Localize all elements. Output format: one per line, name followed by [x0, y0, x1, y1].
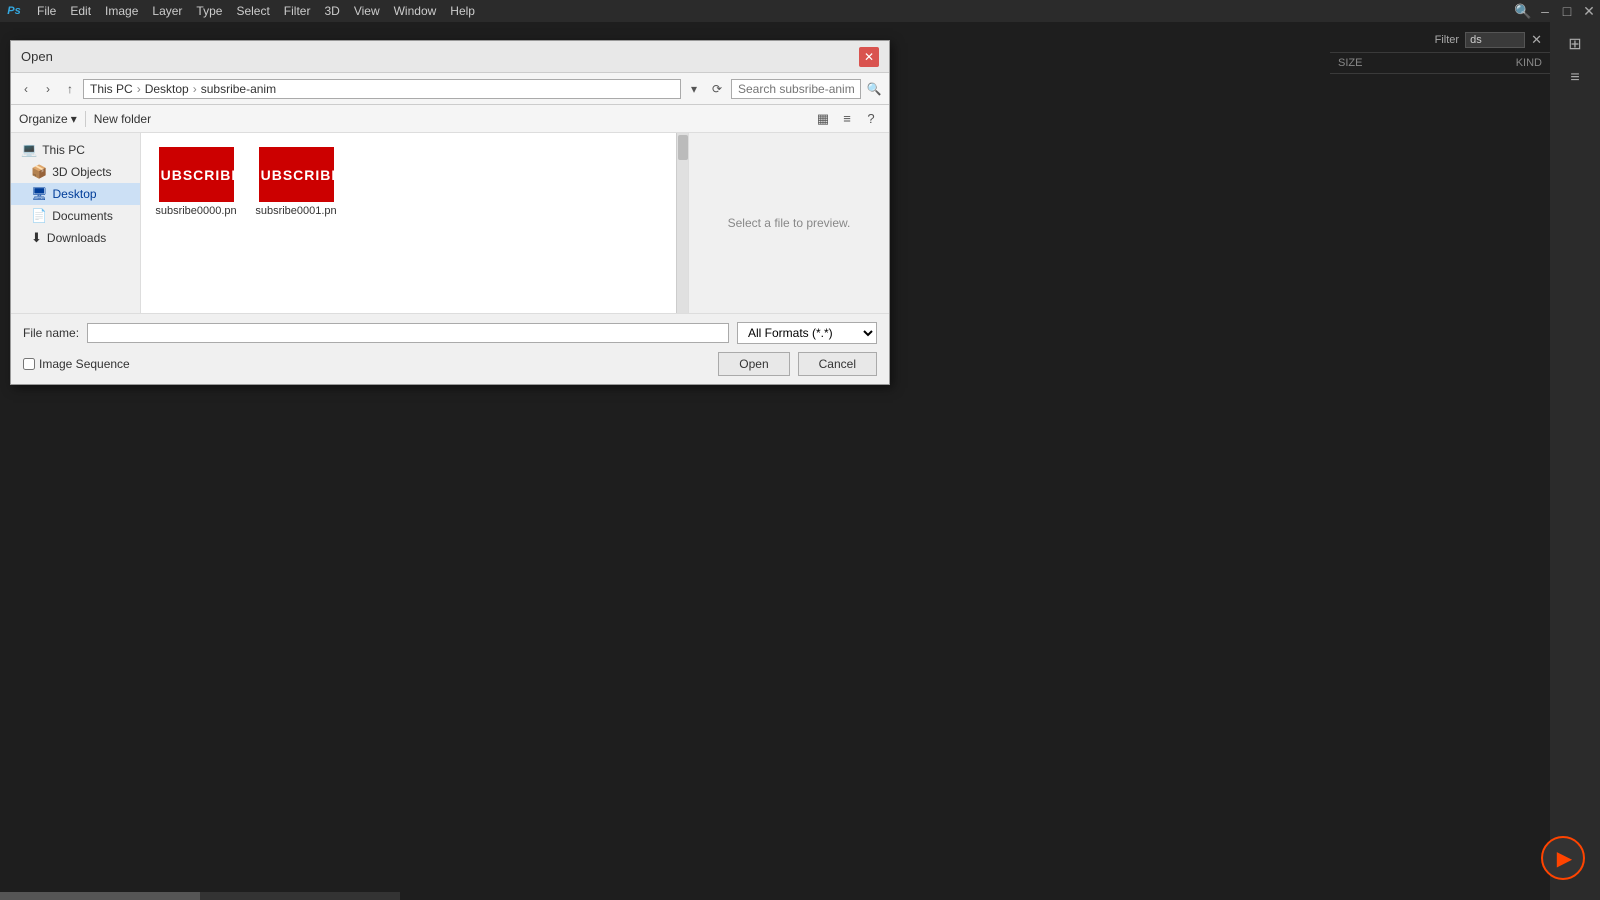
path-part-desktop: Desktop: [145, 82, 189, 96]
menu-layer[interactable]: Layer: [145, 2, 189, 20]
file-name-0: subsribe0000.pn: [155, 205, 236, 217]
up-button[interactable]: ↑: [61, 80, 79, 98]
filename-input[interactable]: [87, 323, 729, 343]
menu-3d[interactable]: 3D: [317, 2, 346, 20]
play-button[interactable]: ▶: [1541, 836, 1585, 880]
minimize-button[interactable]: –: [1534, 0, 1556, 22]
play-icon: ▶: [1557, 846, 1572, 871]
search-icon[interactable]: 🔍: [865, 80, 883, 98]
file-name-1: subsribe0001.pn: [255, 205, 336, 217]
path-part-folder: subsribe-anim: [201, 82, 276, 96]
list-view-button[interactable]: ≡: [837, 109, 857, 129]
forward-button[interactable]: ›: [39, 80, 57, 98]
nav-3d-objects[interactable]: 📦 3D Objects: [11, 161, 140, 183]
back-button[interactable]: ‹: [17, 80, 35, 98]
nav-this-pc[interactable]: 💻 This PC: [11, 139, 140, 161]
help-button[interactable]: ?: [861, 109, 881, 129]
file-area[interactable]: SUBSCRIBE subsribe0000.pn SUBSCRIBE subs…: [141, 133, 689, 313]
open-button[interactable]: Open: [718, 352, 789, 376]
toolbar-right: ▦ ≡ ?: [813, 109, 881, 129]
scrollbar-thumb: [0, 892, 200, 900]
menu-help[interactable]: Help: [443, 2, 482, 20]
desktop-icon: 🖥: [31, 186, 48, 202]
nav-this-pc-label: This PC: [42, 143, 85, 157]
nav-documents-label: Documents: [52, 209, 113, 223]
file-area-scrollbar[interactable]: [676, 133, 688, 313]
downloads-icon: ⬇: [31, 230, 42, 246]
organize-label: Organize: [19, 112, 68, 126]
file-item-0[interactable]: SUBSCRIBE subsribe0000.pn: [151, 143, 241, 221]
column-headers: SIZE KIND: [1330, 53, 1550, 74]
search-icon[interactable]: 🔍: [1512, 0, 1534, 22]
kind-col-header: KIND: [1516, 57, 1542, 69]
menu-select[interactable]: Select: [229, 2, 276, 20]
dialog-title-bar: Open ✕: [11, 41, 889, 73]
buttons-row: Image Sequence Open Cancel: [23, 352, 877, 376]
thumbnail-view-button[interactable]: ▦: [813, 109, 833, 129]
right-filter-area: Filter ✕ SIZE KIND: [1330, 28, 1550, 74]
window-controls: 🔍 – □ ✕: [1512, 0, 1600, 22]
nav-documents[interactable]: 📄 Documents: [11, 205, 140, 227]
maximize-button[interactable]: □: [1556, 0, 1578, 22]
nav-downloads[interactable]: ⬇ Downloads: [11, 227, 140, 249]
preview-text: Select a file to preview.: [728, 216, 851, 230]
filter-label: Filter: [1435, 34, 1459, 46]
image-sequence-row: Image Sequence: [23, 357, 130, 371]
menu-bar: Ps File Edit Image Layer Type Select Fil…: [0, 0, 1600, 22]
nav-3d-objects-label: 3D Objects: [52, 165, 111, 179]
image-sequence-checkbox[interactable]: [23, 358, 35, 370]
grid-view-icon[interactable]: ⊞: [1560, 32, 1590, 56]
filename-row: File name: All Formats (*.*): [23, 322, 877, 344]
dialog-body: 💻 This PC 📦 3D Objects 🖥 Desktop 📄 Docum…: [11, 133, 889, 313]
list-view-icon[interactable]: ≡: [1560, 66, 1590, 90]
dialog-toolbar: Organize ▾ New folder ▦ ≡ ?: [11, 105, 889, 133]
search-input[interactable]: [731, 79, 861, 99]
menu-view[interactable]: View: [347, 2, 387, 20]
dropdown-button[interactable]: ▾: [685, 80, 703, 98]
menu-file[interactable]: File: [30, 2, 63, 20]
menu-type[interactable]: Type: [189, 2, 229, 20]
nav-downloads-label: Downloads: [47, 231, 106, 245]
new-folder-button[interactable]: New folder: [94, 112, 151, 126]
nav-desktop-label: Desktop: [53, 187, 97, 201]
file-item-1[interactable]: SUBSCRIBE subsribe0001.pn: [251, 143, 341, 221]
menu-filter[interactable]: Filter: [277, 2, 318, 20]
filter-close-icon[interactable]: ✕: [1531, 32, 1542, 48]
dialog-bottom: File name: All Formats (*.*) Image Seque…: [11, 313, 889, 384]
refresh-button[interactable]: ⟳: [707, 79, 727, 99]
menu-window[interactable]: Window: [387, 2, 444, 20]
file-grid: SUBSCRIBE subsribe0000.pn SUBSCRIBE subs…: [141, 133, 688, 231]
close-button[interactable]: ✕: [1578, 0, 1600, 22]
size-col-header: SIZE: [1338, 57, 1362, 69]
address-path[interactable]: This PC › Desktop › subsribe-anim: [83, 79, 681, 99]
address-bar: ‹ › ↑ This PC › Desktop › subsribe-anim …: [11, 73, 889, 105]
menu-image[interactable]: Image: [98, 2, 145, 20]
format-dropdown[interactable]: All Formats (*.*): [737, 322, 877, 344]
toolbar-separator: [85, 111, 86, 127]
filter-input[interactable]: [1465, 32, 1525, 48]
dialog-title: Open: [21, 49, 53, 64]
menu-edit[interactable]: Edit: [63, 2, 98, 20]
scrollbar-thumb: [678, 135, 688, 160]
image-sequence-label: Image Sequence: [39, 357, 130, 371]
nav-sidebar: 💻 This PC 📦 3D Objects 🖥 Desktop 📄 Docum…: [11, 133, 141, 313]
nav-desktop[interactable]: 🖥 Desktop: [11, 183, 140, 205]
dialog-close-button[interactable]: ✕: [859, 47, 879, 67]
organize-arrow-icon: ▾: [71, 112, 77, 126]
file-thumbnail-0: SUBSCRIBE: [159, 147, 234, 202]
filter-bar: Filter ✕: [1330, 28, 1550, 53]
this-pc-icon: 💻: [21, 142, 37, 158]
right-panel: ⊞ ≡: [1550, 22, 1600, 900]
documents-icon: 📄: [31, 208, 47, 224]
cancel-button[interactable]: Cancel: [798, 352, 877, 376]
app-logo: Ps: [4, 1, 24, 21]
organize-button[interactable]: Organize ▾: [19, 112, 77, 126]
filename-label: File name:: [23, 326, 79, 340]
preview-area: Select a file to preview.: [689, 133, 889, 313]
file-thumbnail-1: SUBSCRIBE: [259, 147, 334, 202]
path-part-thispc: This PC: [90, 82, 133, 96]
open-dialog: Open ✕ ‹ › ↑ This PC › Desktop › subsrib…: [10, 40, 890, 385]
bottom-scrollbar[interactable]: [0, 892, 400, 900]
3d-objects-icon: 📦: [31, 164, 47, 180]
